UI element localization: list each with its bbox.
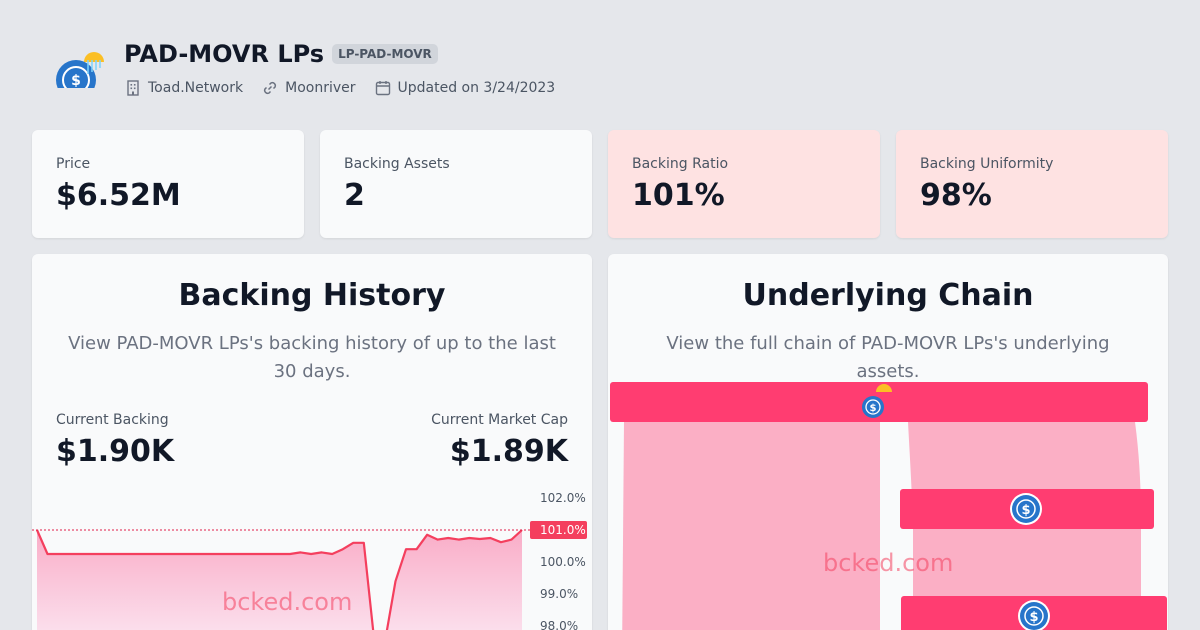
svg-text:$: $ [870,403,877,414]
svg-text:$: $ [1021,503,1030,518]
chain-label: Moonriver [285,80,356,96]
watermark: bcked.com [823,549,954,577]
updated-label: Updated on 3/24/2023 [397,80,556,96]
svg-text:$: $ [1029,610,1038,625]
stat-value: $6.52M [56,178,181,213]
stat-value: 101% [632,178,725,213]
backing-history-title: Backing History [178,278,446,313]
usdc-coin-icon: $ [1010,493,1042,525]
stat-card-backing-uniformity: Backing Uniformity 98% [896,130,1168,238]
issuer-label: Toad.Network [148,80,244,96]
underlying-chain-title: Underlying Chain [742,278,1034,313]
stat-card-backing-ratio: Backing Ratio 101% [608,130,880,238]
stat-value: 98% [920,178,992,213]
backing-history-panel: Backing History View PAD-MOVR LPs's back… [32,254,592,630]
underlying-chain-panel: Underlying Chain View the full chain of … [608,254,1168,630]
calendar-icon [375,81,390,96]
link-icon [264,81,277,95]
stat-label: Backing Ratio [632,156,729,172]
title-row: PAD-MOVR LPs LP-PAD-MOVR [124,40,438,68]
y-tick-label: 100.0% [540,555,586,569]
ticker-badge: LP-PAD-MOVR [332,44,438,64]
svg-text:$: $ [71,73,81,89]
issuer-link[interactable]: Toad.Network [124,79,243,97]
backing-history-description: View PAD-MOVR LPs's backing history of u… [68,333,556,382]
stat-value: 2 [344,178,365,213]
y-tick-label: 98.0% [540,619,578,630]
current-backing-label: Current Backing [56,412,169,428]
y-tick-label: 99.0% [540,587,578,601]
page-title: PAD-MOVR LPs [124,40,325,68]
updated-info: Updated on 3/24/2023 [374,79,556,97]
underlying-chain-sankey[interactable]: $ $ $ [608,380,1168,630]
token-logo-icon: $ [56,52,106,90]
current-backing-value: $1.90K [56,434,175,469]
stat-card-price: Price $6.52M [32,130,304,238]
stat-label: Price [56,156,91,172]
market-cap-value: $1.89K [449,434,568,469]
meta-row: Toad.Network Moonriver Updated on 3/24/2… [124,79,573,97]
building-icon [127,80,139,96]
watermark: bcked.com [222,588,353,616]
chain-link[interactable]: Moonriver [261,79,356,97]
y-tick-label: 102.0% [540,491,586,505]
stat-label: Backing Uniformity [920,156,1054,172]
stat-card-backing-assets: Backing Assets 2 [320,130,592,238]
market-cap-label: Current Market Cap [431,412,568,428]
current-value-label: 101.0% [540,523,586,537]
flow-link-asset-1 [622,422,880,630]
underlying-chain-description: View the full chain of PAD-MOVR LPs's un… [666,333,1110,382]
stat-label: Backing Assets [344,156,450,172]
